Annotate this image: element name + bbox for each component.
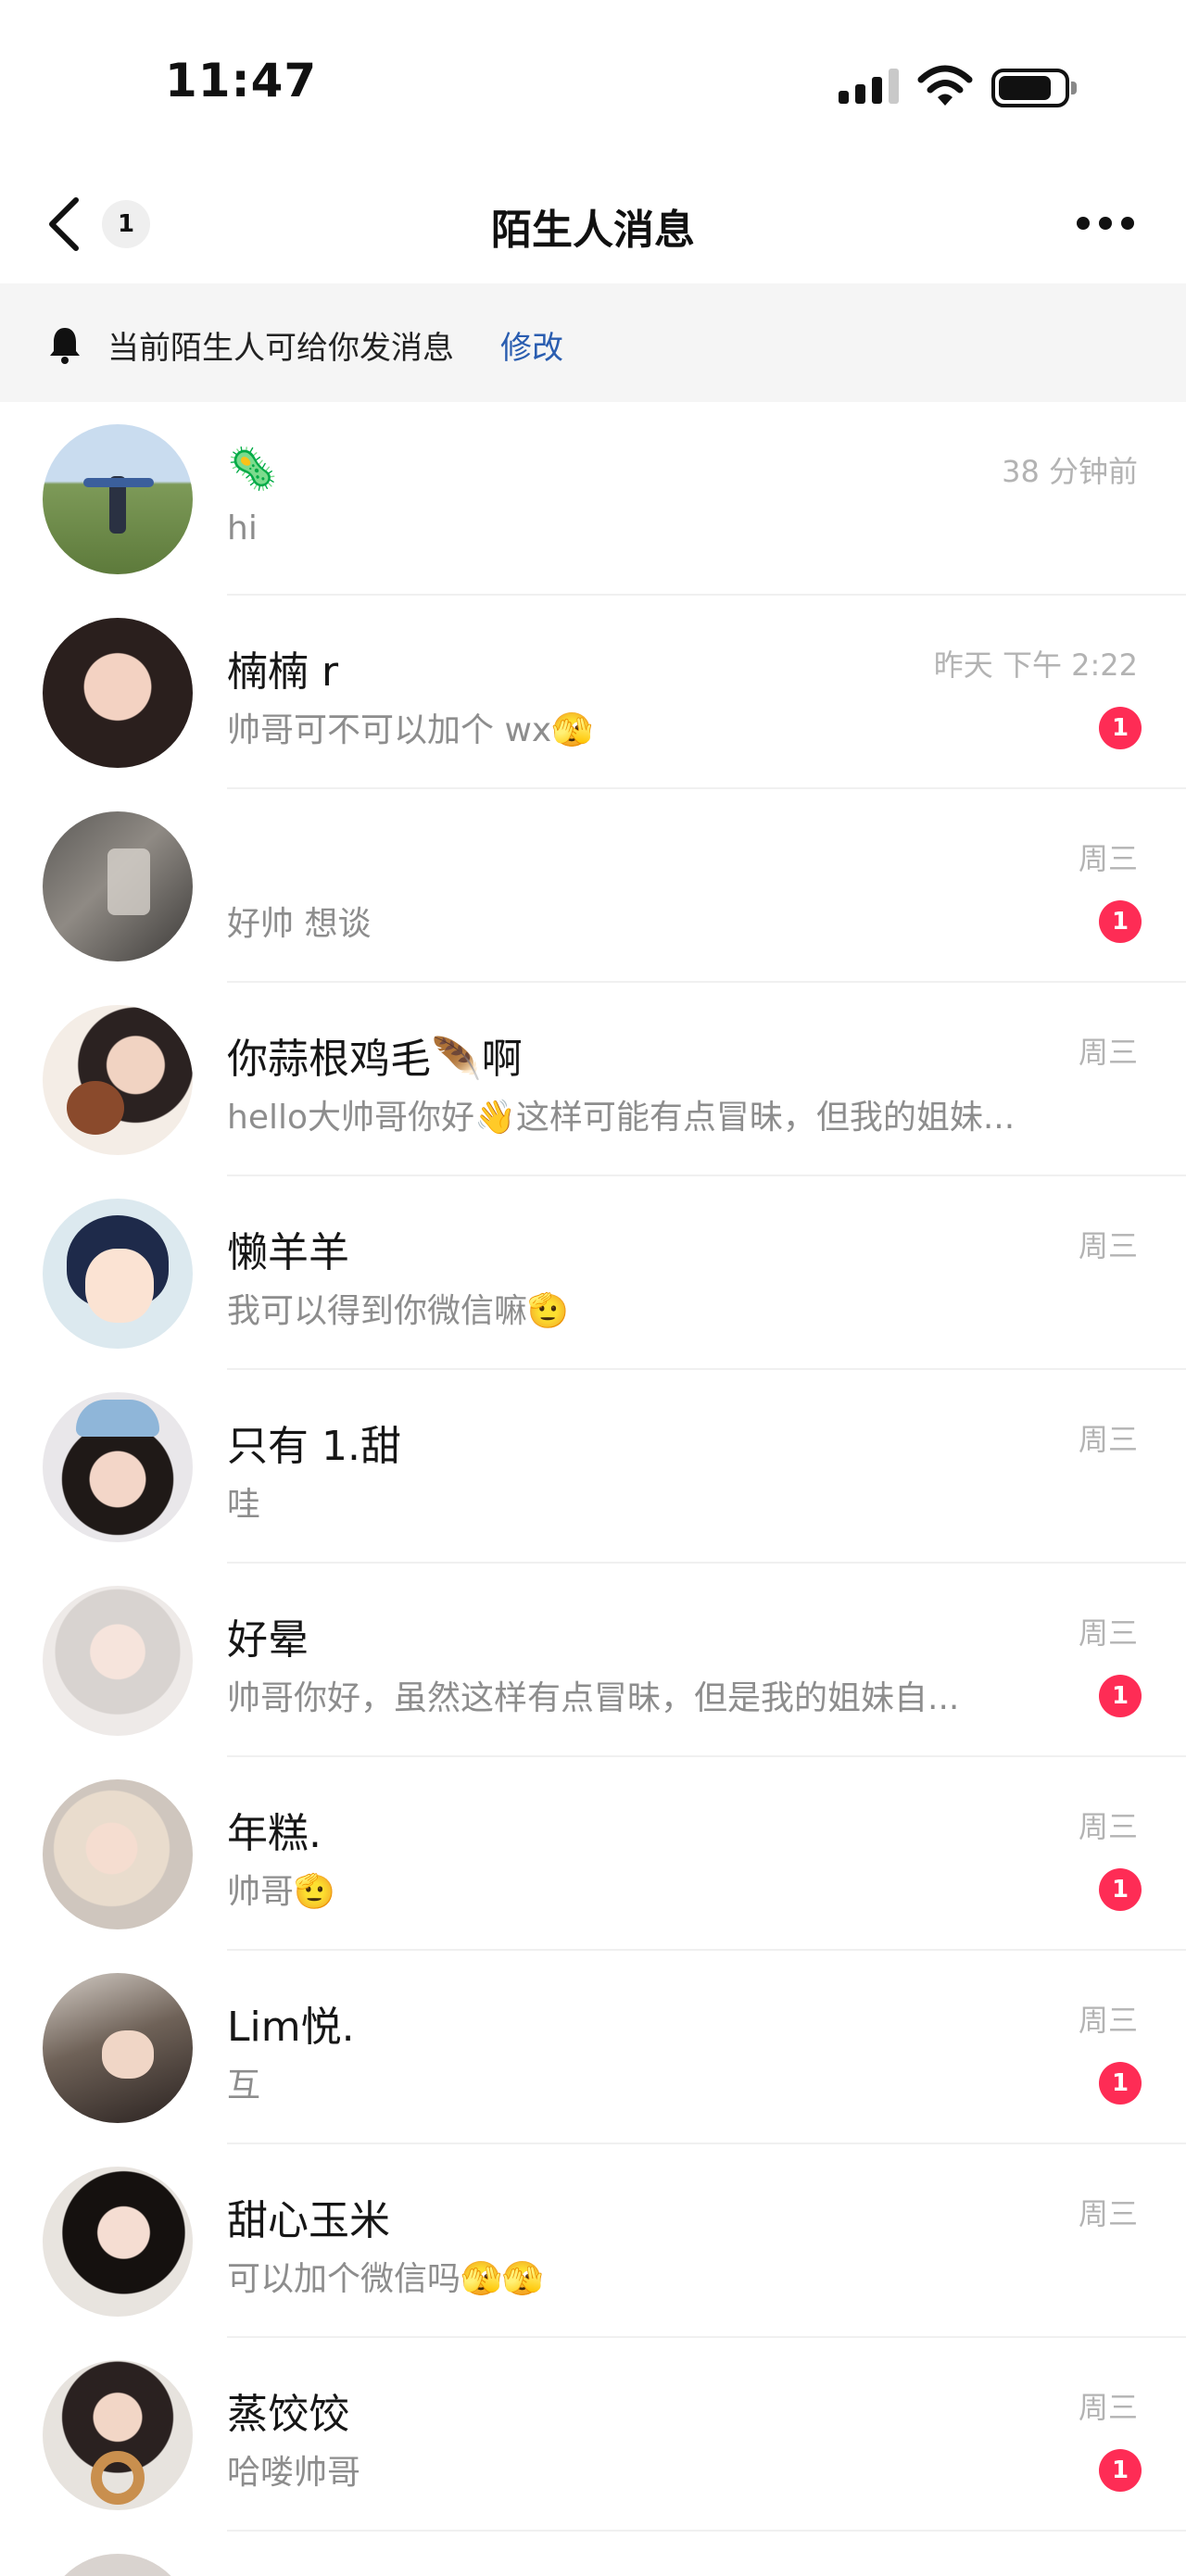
modify-link[interactable]: 修改	[500, 322, 563, 368]
avatar[interactable]	[43, 1973, 193, 2123]
message-time: 周三	[1078, 1422, 1138, 1457]
sender-name: 年糕.	[227, 1810, 322, 1857]
message-row[interactable]: 懒羊羊 周三 我可以得到你微信嘛🫡	[0, 1176, 1186, 1370]
message-preview: hi	[227, 509, 258, 547]
message-preview: hello大帅哥你好👋这样可能有点冒昧，但我的姐妹...	[227, 1099, 1016, 1137]
avatar[interactable]	[43, 2554, 193, 2576]
message-row[interactable]: 好晕 周三 帅哥你好，虽然这样有点冒昧，但是我的姐妹自... 1	[0, 1564, 1186, 1757]
bell-icon	[50, 328, 80, 364]
avatar[interactable]	[43, 1586, 193, 1736]
avatar[interactable]	[43, 1392, 193, 1542]
unread-badge: 1	[1099, 1868, 1142, 1911]
message-preview: 好帅 想谈	[227, 905, 372, 943]
message-preview: 我可以得到你微信嘛🫡	[227, 1292, 569, 1330]
message-preview: 帅哥🫡	[227, 1873, 335, 1911]
message-row[interactable]: 年糕. 周三 帅哥🫡 1	[0, 1757, 1186, 1951]
battery-icon	[991, 69, 1077, 107]
message-time: 周三	[1078, 2390, 1138, 2425]
message-row[interactable]: 楠楠 r 昨天 下午 2:22 帅哥可不可以加个 wx🫣 1	[0, 596, 1186, 789]
sender-name: 你蒜根鸡毛🪶啊	[227, 1036, 523, 1083]
page-title: 陌生人消息	[491, 207, 695, 254]
unread-badge: 1	[1099, 2449, 1142, 2492]
stranger-permission-notice: 当前陌生人可给你发消息 修改	[0, 283, 1186, 402]
avatar[interactable]	[43, 2167, 193, 2317]
sender-name: 好晕	[227, 1616, 309, 1664]
message-preview: 哇	[227, 1486, 261, 1524]
message-row[interactable]	[0, 2532, 1186, 2576]
avatar[interactable]	[43, 1005, 193, 1155]
sender-name: 懒羊羊	[227, 1229, 349, 1276]
message-row[interactable]: Lim悦. 周三 互 1	[0, 1951, 1186, 2144]
sender-name: 楠楠 r	[227, 648, 339, 696]
message-row[interactable]: 你蒜根鸡毛🪶啊 周三 hello大帅哥你好👋这样可能有点冒昧，但我的姐妹...	[0, 983, 1186, 1176]
sender-name: 甜心玉米	[227, 2197, 390, 2244]
message-list: 🦠 38 分钟前 hi 楠楠 r 昨天 下午 2:22 帅哥可不可以加个 wx🫣…	[0, 402, 1186, 2576]
message-row[interactable]: 周三 好帅 想谈 1	[0, 789, 1186, 983]
message-preview: 帅哥你好，虽然这样有点冒昧，但是我的姐妹自...	[227, 1679, 960, 1717]
message-preview: 帅哥可不可以加个 wx🫣	[227, 711, 594, 749]
more-options-icon[interactable]	[1077, 217, 1136, 233]
sender-name: 只有 1.甜	[227, 1423, 401, 1470]
sender-name: Lim悦.	[227, 2004, 355, 2051]
nav-bar: 1 陌生人消息	[0, 167, 1186, 283]
unread-badge: 1	[1099, 1675, 1142, 1717]
unread-badge: 1	[1099, 2062, 1142, 2105]
avatar[interactable]	[43, 2360, 193, 2510]
message-time: 周三	[1078, 1035, 1138, 1070]
message-row[interactable]: 蒸饺饺 周三 哈喽帅哥 1	[0, 2338, 1186, 2532]
message-time: 周三	[1078, 1809, 1138, 1844]
unread-badge: 1	[1099, 707, 1142, 749]
sender-name: 蒸饺饺	[227, 2391, 349, 2438]
cellular-signal-icon	[839, 69, 900, 104]
message-time: 周三	[1078, 2196, 1138, 2231]
unread-badge: 1	[1099, 900, 1142, 943]
sender-name: 🦠	[227, 446, 278, 493]
message-time: 周三	[1078, 841, 1138, 876]
status-bar: 11:47	[0, 0, 1186, 167]
message-row[interactable]: 🦠 38 分钟前 hi	[0, 402, 1186, 596]
message-preview: 互	[227, 2067, 261, 2105]
message-preview: 可以加个微信吗🫣🫣	[227, 2260, 544, 2298]
avatar[interactable]	[43, 1199, 193, 1349]
avatar[interactable]	[43, 811, 193, 961]
wifi-icon	[917, 65, 973, 106]
status-time: 11:47	[165, 54, 318, 107]
message-time: 昨天 下午 2:22	[933, 647, 1138, 683]
message-time: 周三	[1078, 2003, 1138, 2038]
message-preview: 哈喽帅哥	[227, 2454, 361, 2492]
avatar[interactable]	[43, 424, 193, 574]
notice-text: 当前陌生人可给你发消息	[107, 330, 454, 367]
message-time: 周三	[1078, 1228, 1138, 1263]
avatar[interactable]	[43, 618, 193, 768]
message-row[interactable]: 甜心玉米 周三 可以加个微信吗🫣🫣	[0, 2144, 1186, 2338]
message-time: 周三	[1078, 1615, 1138, 1651]
message-row[interactable]: 只有 1.甜 周三 哇	[0, 1370, 1186, 1564]
avatar[interactable]	[43, 1779, 193, 1929]
message-time: 38 分钟前	[1002, 454, 1138, 489]
